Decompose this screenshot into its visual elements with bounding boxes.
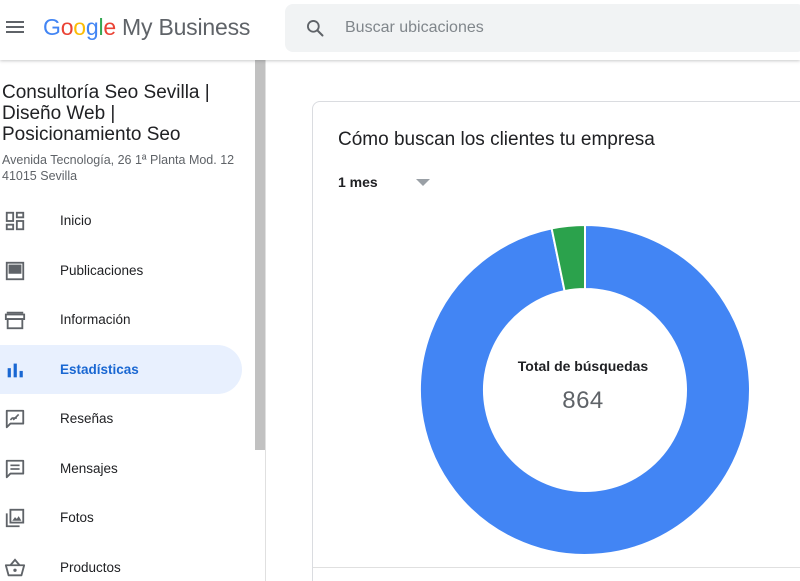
- card-divider: [313, 567, 800, 568]
- dashboard-icon: [5, 211, 25, 231]
- sidebar-item-label: Inicio: [60, 213, 92, 228]
- sidebar-item-label: Reseñas: [60, 411, 114, 426]
- sidebar-item-informacion[interactable]: Información: [0, 295, 242, 345]
- donut-center-value: 864: [562, 387, 604, 414]
- messages-icon: [5, 459, 25, 478]
- search-icon[interactable]: [305, 18, 325, 38]
- store-icon: [4, 311, 26, 330]
- reviews-icon: [5, 409, 25, 429]
- sidebar-item-mensajes[interactable]: Mensajes: [0, 444, 242, 494]
- product-name: My Business: [122, 14, 251, 40]
- basket-icon: [4, 557, 26, 576]
- search-bar[interactable]: [285, 4, 800, 52]
- sidebar-item-label: Mensajes: [60, 460, 118, 476]
- sidebar-item-resenas[interactable]: Reseñas: [0, 394, 242, 444]
- posts-icon: [5, 261, 25, 280]
- top-app-bar: Google My Business: [0, 0, 800, 60]
- hamburger-menu-icon[interactable]: [4, 18, 26, 36]
- sidebar-item-label: Información: [60, 312, 131, 327]
- donut-center-label: Total de búsquedas: [517, 358, 649, 374]
- business-address: Avenida Tecnología, 26 1ª Planta Mod. 12…: [2, 153, 235, 183]
- sidebar-scrollbar[interactable]: [255, 60, 265, 450]
- sidebar-item-fotos[interactable]: Fotos: [0, 493, 242, 543]
- sidebar-item-publicaciones[interactable]: Publicaciones: [0, 246, 242, 296]
- business-name: Consultoría Seo Sevilla | Diseño Web | P…: [2, 82, 210, 145]
- sidebar: Consultoría Seo Sevilla | Diseño Web | P…: [0, 60, 266, 581]
- photos-icon: [5, 508, 25, 528]
- sidebar-item-label: Estadísticas: [60, 361, 139, 377]
- bar-chart-icon: [7, 363, 23, 377]
- sidebar-item-estadisticas[interactable]: Estadísticas: [0, 344, 242, 394]
- sidebar-item-productos[interactable]: Productos: [0, 543, 242, 581]
- google-my-business-logo[interactable]: Google My Business: [43, 14, 250, 41]
- search-insights-card: Cómo buscan los clientes tu empresa 1 me…: [312, 101, 800, 581]
- sidebar-nav: Inicio Publicaciones Información Estadís…: [0, 196, 250, 581]
- search-input[interactable]: [345, 16, 765, 40]
- sidebar-item-label: Publicaciones: [60, 262, 144, 278]
- sidebar-item-inicio[interactable]: Inicio: [0, 196, 242, 246]
- sidebar-item-label: Productos: [60, 559, 121, 575]
- sidebar-item-label: Fotos: [60, 510, 94, 525]
- searches-donut-chart: [419, 223, 751, 556]
